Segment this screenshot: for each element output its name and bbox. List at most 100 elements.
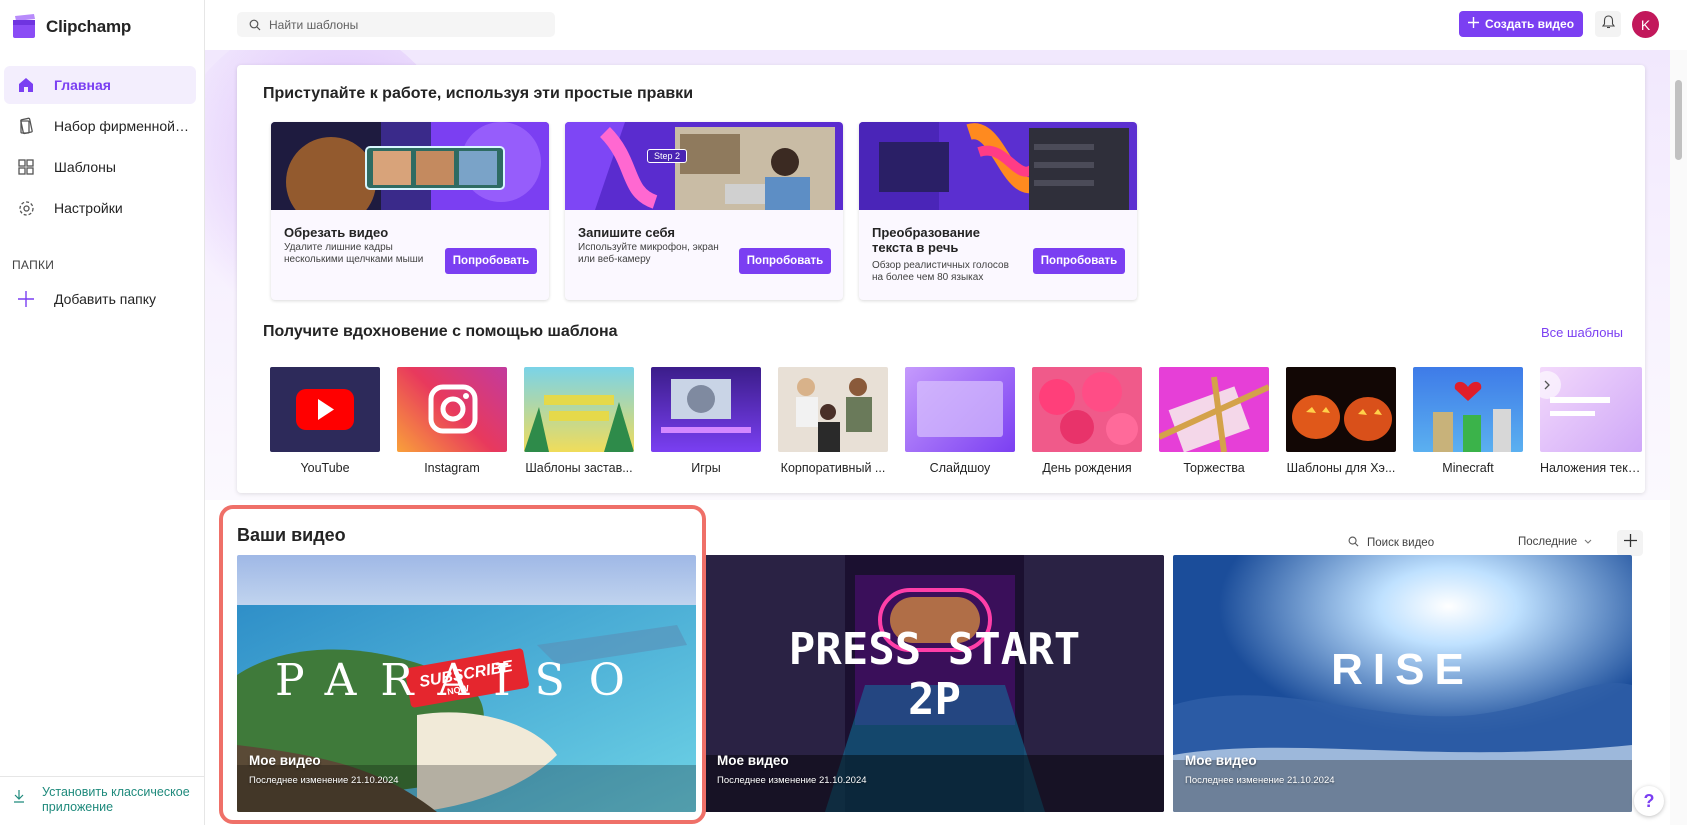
template-intros[interactable]: Шаблоны застав...: [524, 367, 634, 475]
search-templates-input[interactable]: Найти шаблоны: [237, 12, 555, 37]
plus-icon: [16, 289, 36, 309]
templates-next-button[interactable]: [1533, 371, 1561, 399]
video-card-rise[interactable]: RISE Мое видео Последнее изменение 21.10…: [1173, 555, 1632, 812]
gaming-thumbnail: [651, 367, 761, 452]
templates-title: Получите вдохновение с помощью шаблона: [263, 323, 618, 340]
template-corporate[interactable]: Корпоративный ...: [778, 367, 888, 475]
template-halloween[interactable]: Шаблоны для Хэ...: [1286, 367, 1396, 475]
template-label: Minecraft: [1442, 461, 1494, 475]
sidebar-item-templates[interactable]: Шаблоны: [4, 148, 196, 186]
template-label: Корпоративный ...: [780, 461, 886, 475]
search-placeholder: Найти шаблоны: [269, 17, 359, 32]
template-celebrations[interactable]: Торжества: [1159, 367, 1269, 475]
scrollbar-thumb[interactable]: [1675, 80, 1682, 160]
template-instagram[interactable]: Instagram: [397, 367, 507, 475]
video-card-press-start[interactable]: PRESS START 2P Мое видео Последнее измен…: [705, 555, 1164, 812]
template-label: Игры: [691, 461, 721, 475]
rise-title-text: RISE: [1331, 645, 1474, 694]
top-bar: Найти шаблоны Создать видео K: [205, 0, 1687, 50]
video-title: Мое видео: [1185, 753, 1257, 768]
template-minecraft[interactable]: Minecraft: [1413, 367, 1523, 475]
template-gaming[interactable]: Игры: [651, 367, 761, 475]
template-slideshow[interactable]: Слайдшоу: [905, 367, 1015, 475]
sidebar-item-label: Шаблоны: [54, 159, 116, 175]
template-birthday[interactable]: День рождения: [1032, 367, 1142, 475]
step-badge: Step 2: [647, 149, 688, 163]
notifications-button[interactable]: [1595, 11, 1621, 37]
home-icon: [16, 75, 36, 95]
scrollbar[interactable]: [1670, 50, 1687, 825]
record-yourself-thumbnail: Step 2: [565, 122, 843, 210]
video-modified: Последнее изменение 21.10.2024: [1185, 775, 1335, 786]
video-modified: Последнее изменение 21.10.2024: [717, 775, 867, 786]
sidebar-item-home[interactable]: Главная: [4, 66, 196, 104]
sidebar-item-brand-kit[interactable]: Набор фирменной си...: [4, 107, 196, 145]
plus-icon: [1467, 17, 1479, 31]
clipchamp-logo-icon: [12, 14, 38, 40]
instagram-thumbnail: [397, 367, 507, 452]
create-video-label: Создать видео: [1484, 17, 1575, 31]
template-label: Instagram: [424, 461, 480, 475]
trim-video-thumbnail: [271, 122, 549, 227]
quick-edits-title: Приступайте к работе, используя эти прос…: [263, 85, 694, 102]
all-templates-link[interactable]: Все шаблоны: [1541, 325, 1623, 340]
sidebar-item-label: Настройки: [54, 200, 123, 216]
sort-dropdown[interactable]: Последние: [1518, 536, 1592, 548]
install-app-link[interactable]: Установить классическое приложение: [0, 776, 205, 825]
video-search-input[interactable]: Поиск видео: [1348, 536, 1434, 550]
card-description: Обзор реалистичных голосов на более чем …: [872, 260, 1009, 283]
card-description: Удалите лишние кадры несколькими щелчкам…: [284, 242, 424, 265]
corporate-thumbnail: [778, 367, 888, 452]
bell-icon: [1601, 14, 1615, 34]
templates-icon: [16, 157, 36, 177]
card-title: Преобразование текста в речь: [872, 225, 981, 255]
try-trim-button[interactable]: Попробовать: [445, 248, 537, 274]
card-title: Запишите себя: [578, 225, 675, 240]
template-label: День рождения: [1042, 461, 1132, 475]
user-avatar[interactable]: K: [1632, 11, 1659, 38]
folders-heading: ПАПКИ: [12, 258, 55, 272]
add-video-button[interactable]: [1617, 530, 1643, 556]
brand-kit-icon: [16, 116, 36, 136]
search-icon: [249, 19, 261, 31]
sidebar: Clipchamp Главная Набор фирменной си... …: [0, 0, 205, 825]
quick-edit-card-record[interactable]: Step 2 Запишите себя Используйте микрофо…: [565, 122, 843, 300]
text-to-speech-thumbnail: [859, 122, 1137, 210]
chevron-right-icon: [1543, 377, 1551, 393]
gear-icon: [16, 198, 36, 218]
add-folder-label: Добавить папку: [54, 291, 156, 307]
plus-icon: [1623, 534, 1637, 552]
install-app-label: Установить классическое приложение: [42, 785, 190, 814]
youtube-thumbnail: [270, 367, 380, 452]
celebrations-thumbnail: [1159, 367, 1269, 452]
video-search-placeholder: Поиск видео: [1367, 537, 1435, 549]
help-button[interactable]: ?: [1634, 786, 1664, 816]
video-title: Мое видео: [717, 753, 789, 768]
question-icon: ?: [1643, 790, 1655, 811]
halloween-thumbnail: [1286, 367, 1396, 452]
birthday-thumbnail: [1032, 367, 1142, 452]
card-title: Обрезать видео: [284, 225, 389, 240]
highlight-frame: [219, 505, 706, 824]
sidebar-item-label: Главная: [54, 77, 111, 93]
template-label: Слайдшоу: [929, 461, 991, 475]
search-icon: [1348, 536, 1359, 550]
template-label: Шаблоны для Хэ...: [1286, 461, 1396, 475]
app-logo[interactable]: Clipchamp: [12, 14, 131, 40]
intro-templates-thumbnail: [524, 367, 634, 452]
add-folder-button[interactable]: Добавить папку: [4, 280, 196, 318]
sidebar-item-label: Набор фирменной си...: [54, 118, 190, 134]
sidebar-item-settings[interactable]: Настройки: [4, 189, 196, 227]
template-label: Шаблоны застав...: [525, 461, 633, 475]
quick-start-panel: Приступайте к работе, используя эти прос…: [237, 65, 1645, 493]
template-youtube[interactable]: YouTube: [270, 367, 380, 475]
template-label: YouTube: [300, 461, 350, 475]
quick-edit-card-trim[interactable]: Обрезать видео Удалите лишние кадры неск…: [271, 122, 549, 300]
create-video-button[interactable]: Создать видео: [1459, 11, 1583, 37]
press-start-title-text: PRESS START 2P: [788, 624, 1081, 725]
try-record-button[interactable]: Попробовать: [739, 248, 831, 274]
quick-edit-card-tts[interactable]: Преобразование текста в речь Обзор реали…: [859, 122, 1137, 300]
template-label: Наложения текс...: [1540, 461, 1642, 475]
try-tts-button[interactable]: Попробовать: [1033, 248, 1125, 274]
slideshow-thumbnail: [905, 367, 1015, 452]
